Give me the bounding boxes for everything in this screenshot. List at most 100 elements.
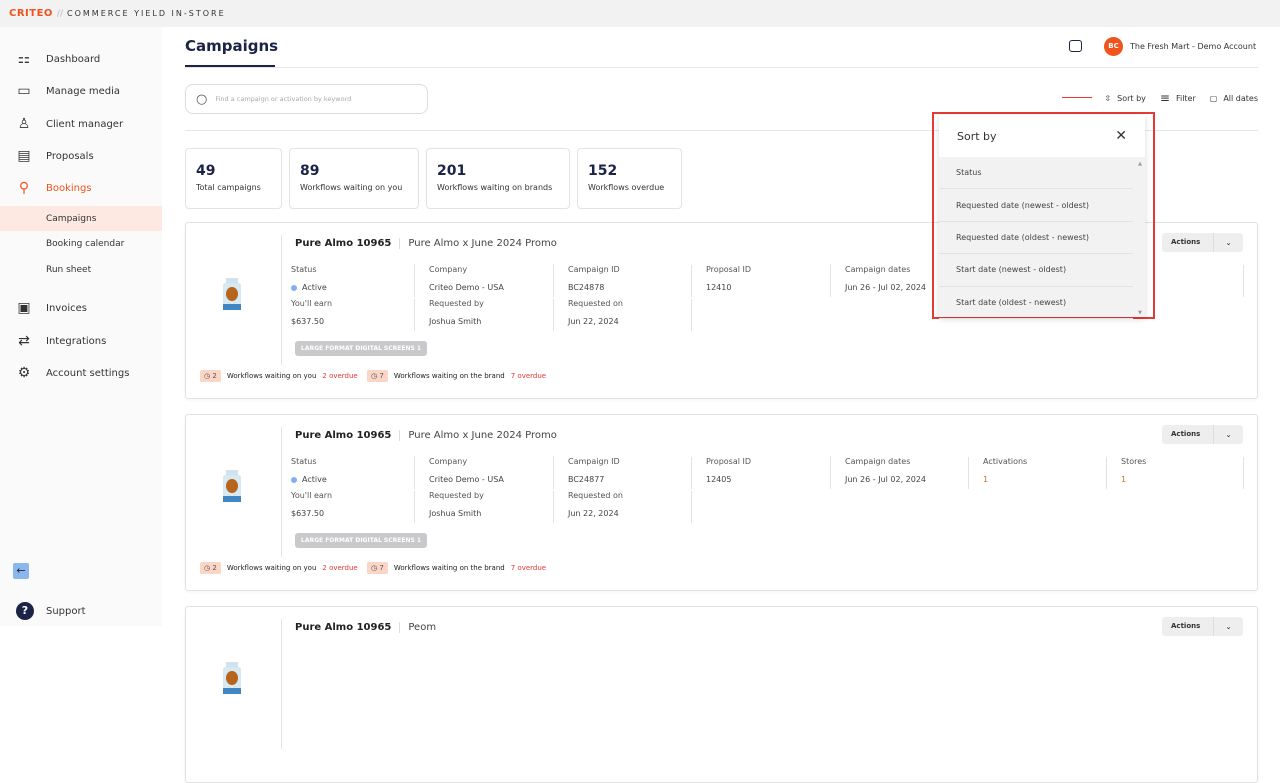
clock-icon: ◷ 7 bbox=[367, 370, 388, 382]
proposals-icon: ▤ bbox=[17, 148, 31, 164]
sort-button[interactable]: ⇳ Sort by bbox=[1104, 94, 1145, 103]
campaign-title: Peom bbox=[399, 622, 436, 633]
search-input[interactable]: ○ Find a campaign or activation by keywo… bbox=[185, 84, 428, 114]
stat-total-campaigns: 49 Total campaigns bbox=[185, 148, 282, 209]
chevron-down-icon[interactable]: ⌄ bbox=[1214, 431, 1243, 439]
sort-option[interactable]: Status bbox=[939, 157, 1133, 190]
sort-option[interactable]: Requested date (newest - oldest) bbox=[939, 189, 1133, 222]
scroll-up-arrow[interactable]: ▲ bbox=[1138, 161, 1142, 167]
page-title: Campaigns bbox=[185, 37, 279, 55]
divider bbox=[553, 491, 554, 523]
dropdown-title: Sort by bbox=[957, 129, 997, 143]
divider bbox=[414, 491, 415, 523]
account-name[interactable]: The Fresh Mart - Demo Account bbox=[1130, 42, 1256, 51]
sidebar-item-manage-media[interactable]: ▭ Manage media bbox=[0, 78, 162, 104]
filter-button[interactable]: ≡ Filter bbox=[1160, 91, 1196, 105]
scroll-down-arrow[interactable]: ▼ bbox=[1138, 310, 1142, 316]
field-value: Jun 26 - Jul 02, 2024 bbox=[845, 475, 927, 484]
actions-label: Actions bbox=[1162, 425, 1214, 444]
actions-label: Actions bbox=[1162, 617, 1214, 636]
sidebar-item-label: Invoices bbox=[46, 302, 87, 314]
campaign-name[interactable]: Pure Almo 10965 bbox=[295, 238, 391, 249]
actions-button[interactable]: Actions ⌄ bbox=[1162, 425, 1243, 444]
campaign-title: Pure Almo x June 2024 Promo bbox=[399, 430, 557, 441]
invoice-icon: ▣ bbox=[17, 300, 31, 316]
campaign-card[interactable]: Pure Almo 10965 Pure Almo x June 2024 Pro… bbox=[185, 414, 1258, 591]
workflows-you[interactable]: ◷ 2 Workflows waiting on you 2 overdue bbox=[200, 562, 358, 574]
divider bbox=[414, 457, 415, 489]
field-value: 1 bbox=[983, 475, 989, 484]
date-filter-button[interactable]: ▢ All dates bbox=[1210, 94, 1258, 103]
sidebar-sub-run-sheet[interactable]: Run sheet bbox=[0, 257, 162, 282]
actions-button[interactable]: Actions ⌄ bbox=[1162, 617, 1243, 636]
close-icon[interactable]: ✕ bbox=[1115, 128, 1127, 144]
field-label: Company bbox=[429, 265, 468, 274]
workflow-label: Workflows waiting on you bbox=[226, 564, 317, 572]
sidebar-item-client-manager[interactable]: ♙ Client manager bbox=[0, 111, 162, 137]
workflows-you[interactable]: ◷ 2 Workflows waiting on you 2 overdue bbox=[200, 370, 358, 382]
sidebar-sub-booking-calendar[interactable]: Booking calendar bbox=[0, 231, 162, 256]
campaign-title: Pure Almo x June 2024 Promo bbox=[399, 238, 557, 249]
gear-icon: ⚙ bbox=[17, 365, 31, 381]
sidebar-item-invoices[interactable]: ▣ Invoices bbox=[0, 295, 162, 321]
filter-label: Filter bbox=[1175, 93, 1196, 103]
field-value: BC24878 bbox=[568, 283, 605, 292]
sidebar-item-label: Client manager bbox=[46, 118, 124, 130]
stat-value: 49 bbox=[196, 163, 216, 179]
field-proposal-id: Proposal ID 12405 bbox=[706, 457, 751, 484]
stat-label: Workflows waiting on you bbox=[300, 183, 403, 192]
field-label: You'll earn bbox=[291, 491, 333, 500]
sidebar-item-dashboard[interactable]: ⚏ Dashboard bbox=[0, 46, 162, 72]
sidebar-item-bookings[interactable]: ⚲ Bookings bbox=[0, 175, 162, 201]
workflows-brand[interactable]: ◷ 7 Workflows waiting on the brand 7 overd… bbox=[367, 370, 546, 382]
field-label: Requested by bbox=[429, 491, 484, 500]
sort-option[interactable]: Start date (oldest - newest) bbox=[939, 287, 1133, 319]
field-value: $637.50 bbox=[291, 317, 325, 326]
field-value: BC24877 bbox=[568, 475, 605, 484]
stat-overdue: 152 Workflows overdue bbox=[577, 148, 682, 209]
field-value: Jun 22, 2024 bbox=[568, 509, 619, 518]
divider bbox=[1243, 457, 1244, 489]
calendar-icon: ▢ bbox=[1209, 93, 1218, 103]
field-label: Requested on bbox=[568, 299, 624, 308]
chat-icon[interactable] bbox=[1069, 40, 1082, 52]
field-value: $637.50 bbox=[291, 509, 325, 518]
sidebar-item-support[interactable]: ? Support bbox=[0, 598, 162, 624]
sidebar-item-integrations[interactable]: ⇄ Integrations bbox=[0, 328, 162, 354]
field-label: Proposal ID bbox=[706, 457, 752, 466]
sidebar-item-label: Proposals bbox=[46, 150, 94, 162]
overdue-count: 2 overdue bbox=[322, 372, 358, 380]
field-label: Campaign ID bbox=[568, 457, 620, 466]
media-type-tag: LARGE FORMAT DIGITAL SCREENS 1 bbox=[295, 533, 428, 548]
sort-icon: ⇳ bbox=[1104, 93, 1112, 103]
workflows-brand[interactable]: ◷ 7 Workflows waiting on the brand 7 overd… bbox=[367, 562, 546, 574]
actions-button[interactable]: Actions ⌄ bbox=[1162, 233, 1243, 252]
field-label: Requested on bbox=[568, 491, 624, 500]
campaign-name[interactable]: Pure Almo 10965 bbox=[295, 430, 391, 441]
sort-option[interactable]: Requested date (oldest - newest) bbox=[939, 222, 1133, 255]
sidebar-item-label: Dashboard bbox=[46, 53, 101, 65]
brand-separator: // bbox=[56, 8, 63, 19]
stat-waiting-on-you: 89 Workflows waiting on you bbox=[289, 148, 419, 209]
field-value: Criteo Demo - USA bbox=[429, 283, 504, 292]
stat-label: Total campaigns bbox=[196, 183, 261, 192]
sidebar-item-account-settings[interactable]: ⚙ Account settings bbox=[0, 360, 162, 386]
field-value: 1 bbox=[1121, 475, 1127, 484]
sort-option[interactable]: Start date (newest - oldest) bbox=[939, 254, 1133, 287]
overdue-count: 7 overdue bbox=[510, 372, 547, 380]
sort-label: Sort by bbox=[1117, 93, 1146, 103]
clock-icon: ◷ 2 bbox=[200, 370, 221, 382]
campaign-card[interactable]: Pure Almo 10965 Peom Actions ⌄ bbox=[185, 606, 1258, 783]
status-dot bbox=[291, 476, 297, 483]
campaign-name[interactable]: Pure Almo 10965 bbox=[295, 622, 391, 633]
field-dates: Campaign dates Jun 26 - Jul 02, 2024 bbox=[845, 265, 926, 292]
sidebar-sub-campaigns[interactable]: Campaigns bbox=[0, 206, 162, 231]
avatar[interactable]: BC bbox=[1104, 37, 1123, 56]
divider bbox=[553, 299, 554, 331]
collapse-sidebar-button[interactable]: ← bbox=[13, 563, 29, 579]
field-requested-on: Requested on Jun 22, 2024 bbox=[568, 491, 623, 518]
media-type-tag: LARGE FORMAT DIGITAL SCREENS 1 bbox=[295, 341, 428, 356]
sidebar-item-proposals[interactable]: ▤ Proposals bbox=[0, 143, 162, 169]
chevron-down-icon[interactable]: ⌄ bbox=[1214, 239, 1243, 247]
chevron-down-icon[interactable]: ⌄ bbox=[1214, 623, 1243, 631]
